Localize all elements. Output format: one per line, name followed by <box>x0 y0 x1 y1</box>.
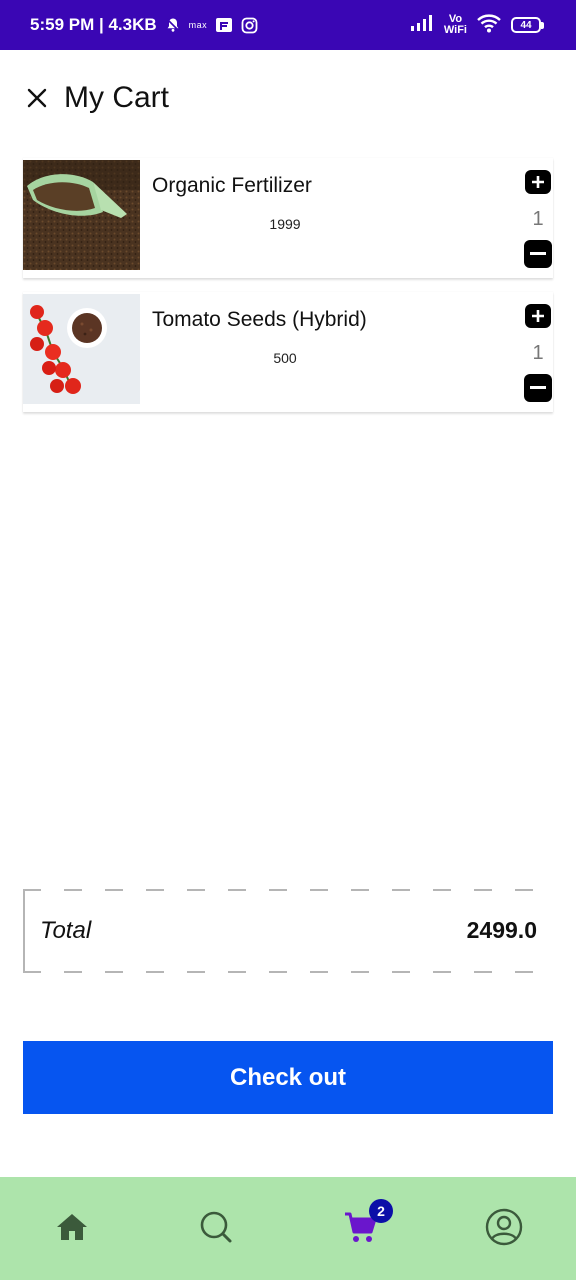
status-right: Vo WiFi 44 <box>410 0 544 50</box>
vowifi-indicator: Vo WiFi <box>444 14 467 36</box>
quantity-value: 1 <box>532 342 544 364</box>
battery-tip <box>541 21 544 29</box>
nav-home[interactable] <box>48 1203 96 1251</box>
home-icon <box>57 1214 87 1240</box>
status-time-data: 5:59 PM | 4.3KB <box>30 15 157 34</box>
quantity-value: 1 <box>532 208 544 230</box>
total-value: 2499.0 <box>466 917 537 943</box>
signal-icon <box>410 14 434 37</box>
instagram-icon <box>241 17 258 34</box>
wifi-label: WiFi <box>443 24 467 36</box>
increase-quantity-button[interactable] <box>525 304 551 328</box>
item-name: Tomato Seeds (Hybrid) <box>152 308 367 331</box>
total-label: Total <box>40 917 92 944</box>
battery-level: 44 <box>511 17 541 33</box>
header: My Cart <box>24 76 169 120</box>
item-price: 500 <box>273 350 297 366</box>
decrease-quantity-button[interactable] <box>524 240 552 268</box>
product-image-tomato-seeds[interactable] <box>23 294 140 404</box>
bottom-nav <box>0 1177 576 1280</box>
plus-icon <box>532 176 544 188</box>
profile-icon <box>485 1208 523 1246</box>
plus-icon <box>532 310 544 322</box>
notification-muted-icon <box>165 17 181 33</box>
quantity-stepper: 1 <box>523 302 553 402</box>
item-price: 1999 <box>269 216 301 232</box>
battery-icon: 44 <box>511 17 544 33</box>
page-title: My Cart <box>64 81 169 114</box>
app-notification-icon <box>215 16 233 34</box>
quantity-stepper: 1 <box>523 168 553 268</box>
product-image-fertilizer[interactable] <box>23 160 140 270</box>
search-icon <box>200 1211 232 1243</box>
status-bar: 5:59 PM | 4.3KB max Vo WiFi 44 <box>0 0 576 50</box>
max-label: max <box>188 20 208 30</box>
minus-icon <box>530 386 546 389</box>
item-name: Organic Fertilizer <box>152 174 312 197</box>
close-icon[interactable] <box>24 85 50 111</box>
checkout-button[interactable]: Check out <box>23 1041 553 1114</box>
cart-count-badge: 2 <box>369 1199 393 1223</box>
wifi-icon <box>477 13 501 38</box>
nav-profile[interactable] <box>480 1203 528 1251</box>
status-left: 5:59 PM | 4.3KB max <box>30 0 258 50</box>
increase-quantity-button[interactable] <box>525 170 551 194</box>
decrease-quantity-button[interactable] <box>524 374 552 402</box>
minus-icon <box>530 252 546 255</box>
cart-item: Tomato Seeds (Hybrid) 500 1 <box>23 292 553 412</box>
total-summary: Total 2499.0 <box>23 889 553 973</box>
nav-search[interactable] <box>192 1203 240 1251</box>
cart-item: Organic Fertilizer 1999 1 <box>23 158 553 278</box>
